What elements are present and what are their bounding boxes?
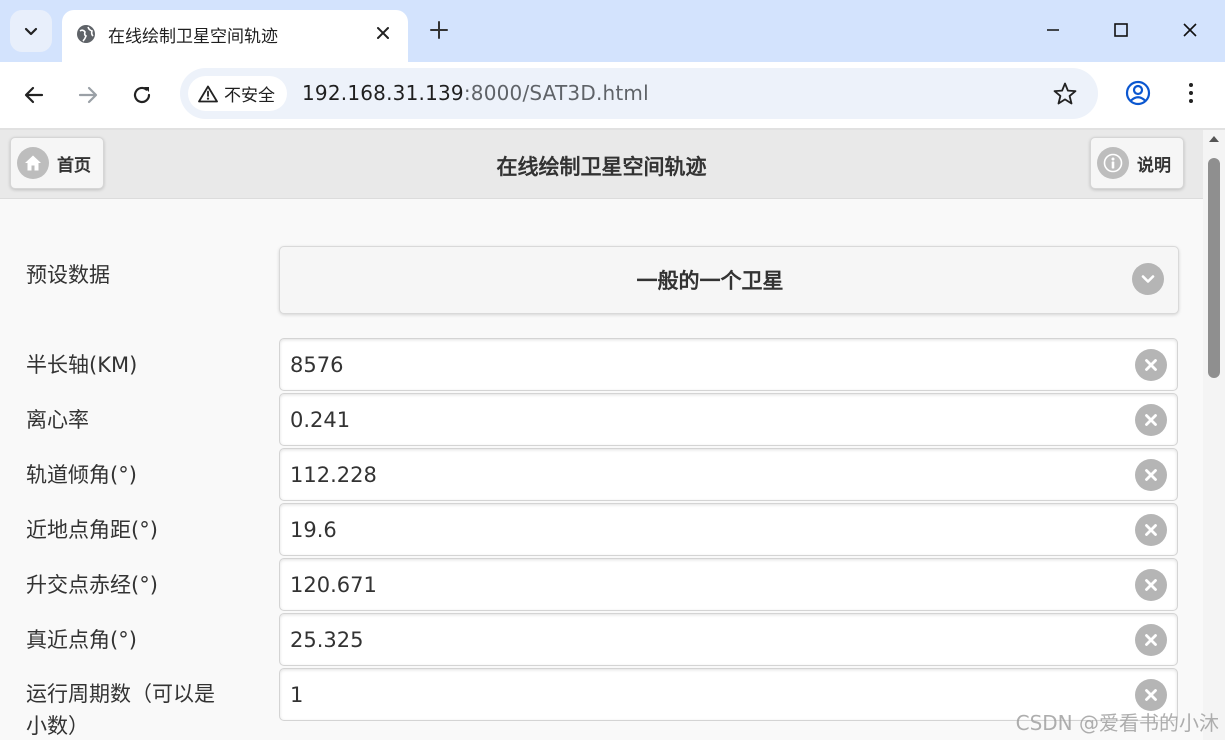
page-content: 首页 在线绘制卫星空间轨迹 说明 预设数据 一般的一个卫星 半长轴(KM) 离心…	[0, 130, 1203, 740]
url-text[interactable]: 192.168.31.139:8000/SAT3D.html	[302, 81, 649, 105]
close-icon	[377, 27, 389, 39]
argument-of-perigee-label: 近地点角距(°)	[26, 518, 158, 542]
chevron-down-icon	[24, 27, 38, 36]
close-window-button[interactable]	[1167, 12, 1213, 48]
clear-icon[interactable]	[1135, 459, 1167, 491]
tab-strip: 在线绘制卫星空间轨迹	[0, 0, 1225, 62]
tab-close-button[interactable]	[370, 20, 396, 46]
clear-icon[interactable]	[1135, 569, 1167, 601]
reload-icon	[133, 86, 151, 104]
tab-search-button[interactable]	[10, 10, 52, 52]
warning-triangle-icon	[198, 85, 218, 102]
arrow-left-icon	[24, 86, 44, 104]
clear-icon[interactable]	[1135, 624, 1167, 656]
browser-menu-button[interactable]	[1178, 77, 1204, 109]
page-title: 在线绘制卫星空间轨迹	[496, 155, 707, 179]
true-anomaly-field	[279, 613, 1178, 666]
url-host: 192.168.31.139	[302, 81, 464, 105]
reload-button[interactable]	[125, 78, 159, 112]
true-anomaly-input[interactable]	[290, 614, 1110, 665]
clear-icon[interactable]	[1135, 514, 1167, 546]
raan-label: 升交点赤经(°)	[26, 573, 158, 597]
profile-icon[interactable]	[1122, 77, 1154, 109]
clear-icon[interactable]	[1135, 404, 1167, 436]
semi-major-axis-label: 半长轴(KM)	[26, 353, 138, 377]
raan-field	[279, 558, 1178, 611]
argument-of-perigee-input[interactable]	[290, 504, 1110, 555]
browser-toolbar: 不安全 192.168.31.139:8000/SAT3D.html	[0, 62, 1225, 128]
scroll-up-arrow[interactable]	[1209, 136, 1219, 142]
semi-major-axis-input[interactable]	[290, 339, 1110, 390]
maximize-button[interactable]	[1098, 12, 1144, 48]
maximize-icon	[1114, 23, 1128, 37]
inclination-input[interactable]	[290, 449, 1110, 500]
preset-selected-value: 一般的一个卫星	[636, 269, 784, 293]
globe-icon	[77, 25, 95, 43]
new-tab-button[interactable]	[424, 15, 454, 45]
info-icon	[1097, 147, 1129, 179]
eccentricity-field	[279, 393, 1178, 446]
period-count-label-line2: 小数）	[26, 714, 89, 738]
watermark: CSDN @爱看书的小沐	[1015, 711, 1219, 735]
forward-button[interactable]	[71, 78, 105, 112]
period-count-label-line1: 运行周期数（可以是	[26, 682, 215, 706]
inclination-field	[279, 448, 1178, 501]
bookmark-star-icon[interactable]	[1052, 81, 1078, 107]
close-icon	[1183, 23, 1197, 37]
page-scrollbar[interactable]	[1203, 130, 1225, 740]
minimize-icon	[1047, 29, 1059, 31]
app-header: 首页 在线绘制卫星空间轨迹 说明	[0, 130, 1203, 199]
clear-icon[interactable]	[1135, 349, 1167, 381]
true-anomaly-label: 真近点角(°)	[26, 628, 137, 652]
back-button[interactable]	[17, 78, 51, 112]
chevron-down-icon	[1132, 263, 1164, 295]
semi-major-axis-field	[279, 338, 1178, 391]
scroll-thumb[interactable]	[1208, 158, 1220, 378]
raan-input[interactable]	[290, 559, 1110, 610]
security-label: 不安全	[224, 86, 275, 106]
eccentricity-label: 离心率	[26, 408, 89, 432]
preset-select[interactable]: 一般的一个卫星	[279, 246, 1179, 314]
url-path: :8000/SAT3D.html	[463, 81, 649, 105]
help-button[interactable]: 说明	[1090, 137, 1184, 189]
arrow-right-icon	[78, 86, 98, 104]
security-chip[interactable]: 不安全	[188, 76, 287, 111]
inclination-label: 轨道倾角(°)	[26, 463, 137, 487]
period-count-input[interactable]	[290, 669, 1110, 720]
address-bar[interactable]: 不安全 192.168.31.139:8000/SAT3D.html	[180, 68, 1098, 119]
minimize-button[interactable]	[1030, 12, 1076, 48]
browser-tab[interactable]: 在线绘制卫星空间轨迹	[62, 10, 408, 62]
plus-icon	[430, 21, 448, 39]
tab-title: 在线绘制卫星空间轨迹	[108, 27, 278, 47]
period-count-label: 运行周期数（可以是 小数）	[26, 678, 215, 740]
preset-label: 预设数据	[26, 263, 110, 287]
help-label: 说明	[1137, 155, 1171, 176]
argument-of-perigee-field	[279, 503, 1178, 556]
eccentricity-input[interactable]	[290, 394, 1110, 445]
